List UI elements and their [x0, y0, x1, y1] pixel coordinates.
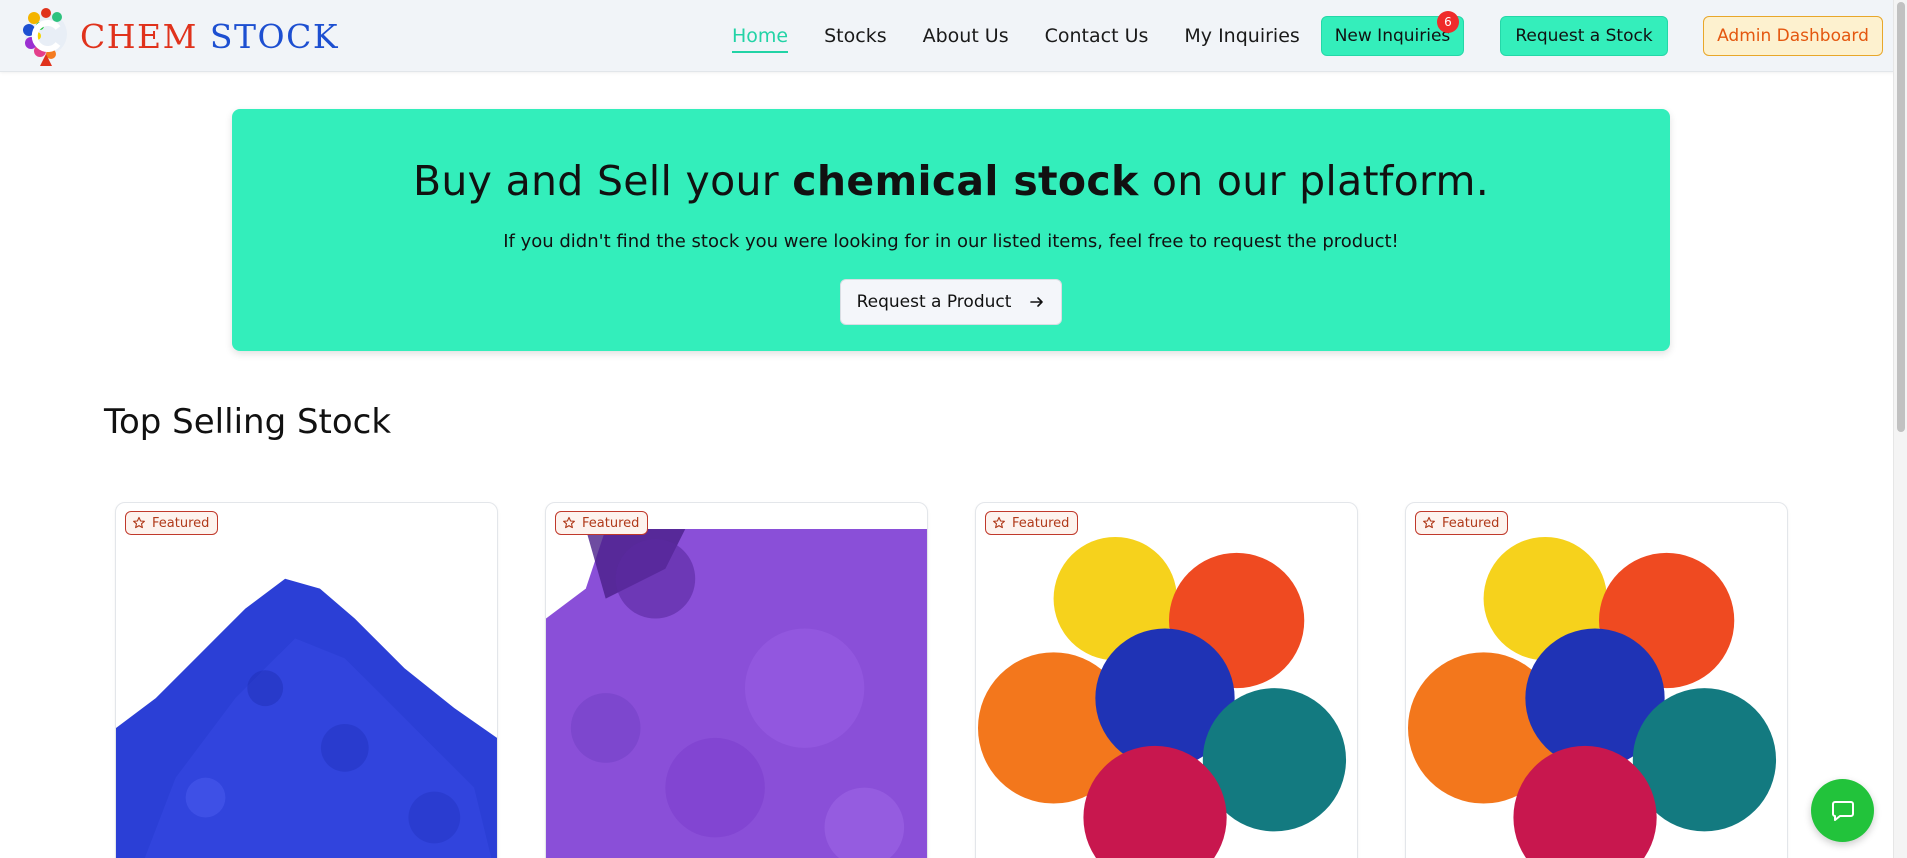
product-card[interactable]: Featured	[115, 502, 498, 858]
hero-title-pre: Buy and Sell your	[412, 157, 779, 205]
hero-title-post: on our platform.	[1151, 157, 1490, 205]
hero-title: Buy and Sell your chemical stock on our …	[232, 157, 1670, 205]
featured-label: Featured	[152, 515, 210, 531]
navbar: CHEM STOCK Home Stocks About Us Contact …	[0, 0, 1907, 72]
chem-stock-logo-icon	[23, 8, 67, 66]
request-stock-button[interactable]: Request a Stock	[1500, 16, 1668, 56]
nav-link-contact-us[interactable]: Contact Us	[1045, 19, 1149, 53]
brand-word-chem: CHEM	[80, 16, 198, 56]
star-icon	[993, 516, 1005, 529]
brand-logo[interactable]: CHEM STOCK	[20, 4, 339, 68]
hero-subtitle: If you didn't find the stock you were lo…	[503, 231, 1399, 252]
chat-button[interactable]	[1811, 779, 1874, 842]
product-image	[1406, 529, 1787, 858]
request-product-label: Request a Product	[856, 292, 1012, 312]
star-icon	[133, 516, 145, 529]
request-product-button[interactable]: Request a Product	[840, 279, 1062, 325]
hero-banner: Buy and Sell your chemical stock on our …	[232, 109, 1670, 351]
product-card[interactable]: Featured	[545, 502, 928, 858]
hero-title-bold: chemical stock	[792, 157, 1139, 205]
brand-name: CHEM STOCK	[80, 17, 339, 56]
page-scrollbar[interactable]	[1893, 0, 1907, 858]
product-image	[976, 529, 1357, 858]
main-nav: Home Stocks About Us Contact Us My Inqui…	[732, 0, 1336, 72]
featured-badge: Featured	[1415, 511, 1509, 535]
featured-badge: Featured	[555, 511, 649, 535]
new-inquiries-label: New Inquiries	[1334, 26, 1451, 46]
featured-badge: Featured	[125, 511, 219, 535]
featured-label: Featured	[582, 515, 640, 531]
featured-label: Featured	[1442, 515, 1500, 531]
nav-link-stocks[interactable]: Stocks	[824, 19, 886, 53]
inquiries-count-badge: 6	[1437, 11, 1459, 33]
star-icon	[563, 516, 575, 529]
top-selling-title: Top Selling Stock	[104, 402, 392, 442]
product-image	[116, 529, 497, 858]
new-inquiries-button[interactable]: New Inquiries 6	[1321, 11, 1464, 56]
product-image	[546, 529, 927, 858]
nav-link-about-us[interactable]: About Us	[923, 19, 1009, 53]
featured-badge: Featured	[985, 511, 1079, 535]
product-card[interactable]: Featured	[1405, 502, 1788, 858]
star-icon	[1423, 516, 1435, 529]
admin-dashboard-button[interactable]: Admin Dashboard	[1703, 16, 1883, 56]
featured-label: Featured	[1012, 515, 1070, 531]
scrollbar-thumb[interactable]	[1897, 2, 1905, 432]
chat-bubble-icon	[1831, 800, 1854, 821]
nav-link-home[interactable]: Home	[732, 19, 789, 53]
nav-link-my-inquiries[interactable]: My Inquiries	[1184, 19, 1299, 53]
product-card[interactable]: Featured	[975, 502, 1358, 858]
brand-word-stock: STOCK	[209, 16, 339, 56]
arrow-right-icon	[1030, 297, 1044, 307]
